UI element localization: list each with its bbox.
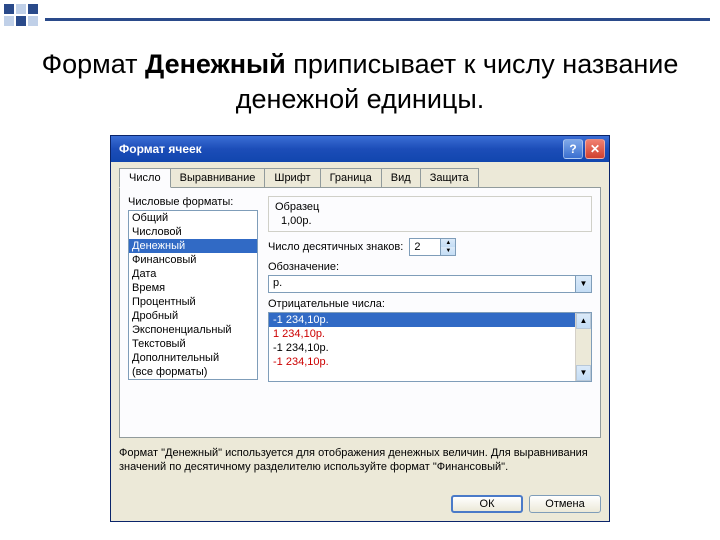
list-item[interactable]: Финансовый	[129, 253, 257, 267]
list-item[interactable]: Время	[129, 281, 257, 295]
list-item[interactable]: Текстовый	[129, 337, 257, 351]
tab-0[interactable]: Число	[119, 168, 171, 188]
description: Формат "Денежный" используется для отобр…	[119, 438, 601, 479]
negative-label: Отрицательные числа:	[268, 298, 592, 310]
dialog-title: Формат ячеек	[119, 142, 563, 156]
sample-label: Образец	[275, 201, 585, 213]
list-item[interactable]: (все форматы)	[129, 365, 257, 379]
sample-value: 1,00р.	[275, 215, 585, 227]
symbol-dropdown[interactable]: р. ▼	[268, 275, 592, 293]
list-item[interactable]: Общий	[129, 211, 257, 225]
list-item[interactable]: Денежный	[129, 239, 257, 253]
list-item[interactable]: Дополнительный	[129, 351, 257, 365]
formats-label: Числовые форматы:	[128, 196, 258, 208]
spinner-up-icon[interactable]: ▲	[440, 239, 455, 247]
list-item[interactable]: Процентный	[129, 295, 257, 309]
slide-title: Формат Денежный приписывает к числу назв…	[0, 35, 720, 135]
tab-4[interactable]: Вид	[381, 168, 421, 187]
list-item[interactable]: Дата	[129, 267, 257, 281]
tab-2[interactable]: Шрифт	[264, 168, 320, 187]
decimals-label: Число десятичных знаков:	[268, 241, 403, 253]
format-cells-dialog: Формат ячеек ? ✕ ЧислоВыравниваниеШрифтГ…	[110, 135, 610, 522]
list-item[interactable]: 1 234,10р.	[269, 327, 591, 341]
header-line	[45, 18, 710, 21]
scrollbar[interactable]: ▲ ▼	[575, 313, 591, 381]
ok-button[interactable]: ОК	[451, 495, 523, 513]
list-item[interactable]: Дробный	[129, 309, 257, 323]
dropdown-icon[interactable]: ▼	[575, 276, 591, 292]
decimals-spinner[interactable]: ▲ ▼	[409, 238, 456, 256]
slide-header	[0, 0, 720, 35]
decimals-input[interactable]	[410, 239, 440, 255]
negative-list[interactable]: -1 234,10р.1 234,10р.-1 234,10р.-1 234,1…	[268, 312, 592, 382]
symbol-value: р.	[269, 276, 575, 292]
tab-3[interactable]: Граница	[320, 168, 382, 187]
list-item[interactable]: Экспоненциальный	[129, 323, 257, 337]
format-list[interactable]: ОбщийЧисловойДенежныйФинансовыйДатаВремя…	[128, 210, 258, 380]
list-item[interactable]: -1 234,10р.	[269, 341, 591, 355]
list-item[interactable]: Числовой	[129, 225, 257, 239]
close-button[interactable]: ✕	[585, 139, 605, 159]
list-item[interactable]: -1 234,10р.	[269, 313, 591, 327]
tab-content: Числовые форматы: ОбщийЧисловойДенежныйФ…	[119, 188, 601, 438]
decorative-squares	[0, 0, 45, 30]
scroll-down-icon[interactable]: ▼	[576, 365, 591, 381]
tabs: ЧислоВыравниваниеШрифтГраницаВидЗащита	[119, 168, 601, 188]
sample-box: Образец 1,00р.	[268, 196, 592, 232]
tab-1[interactable]: Выравнивание	[170, 168, 266, 187]
dialog-footer: ОК Отмена	[111, 487, 609, 521]
titlebar[interactable]: Формат ячеек ? ✕	[111, 136, 609, 162]
spinner-down-icon[interactable]: ▼	[440, 247, 455, 255]
symbol-label: Обозначение:	[268, 261, 592, 273]
help-button[interactable]: ?	[563, 139, 583, 159]
scroll-up-icon[interactable]: ▲	[576, 313, 591, 329]
cancel-button[interactable]: Отмена	[529, 495, 601, 513]
list-item[interactable]: -1 234,10р.	[269, 355, 591, 369]
tab-5[interactable]: Защита	[420, 168, 479, 187]
